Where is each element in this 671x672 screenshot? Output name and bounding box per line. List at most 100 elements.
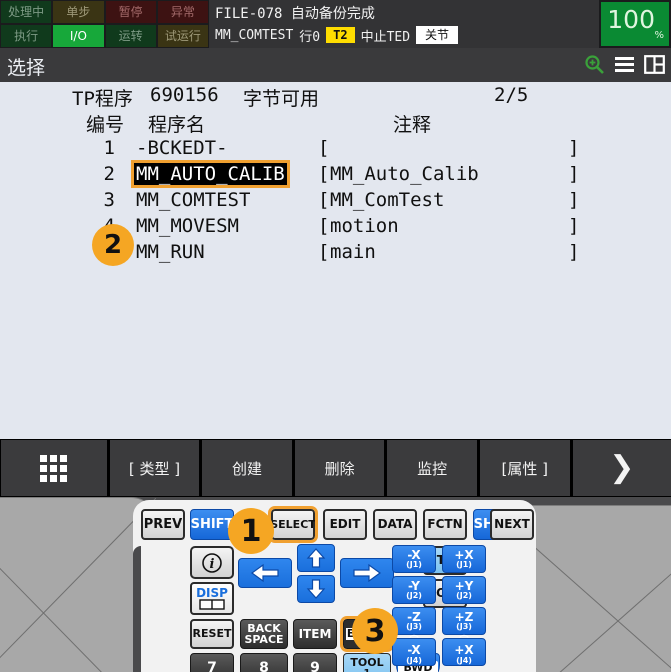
program-row-index: 3 — [103, 189, 115, 211]
program-row[interactable]: 3 MM_COMTEST [MM_ComTest] — [0, 189, 671, 215]
grid-icon — [40, 454, 68, 482]
program-row-name: MM_COMTEST — [136, 189, 251, 211]
teach-pendant-screen: 处理中 单步 暂停 异常 执行 I/O 运转 试运行 FILE-078 自动备份… — [0, 0, 671, 672]
key-prev-label: PREV — [143, 516, 183, 532]
jog-plus-z-j3[interactable]: +Z (J3) — [442, 607, 486, 635]
softkey-next-page[interactable]: ❯ — [572, 440, 671, 496]
jog-minus-x-j1[interactable]: -X (J1) — [392, 545, 436, 573]
layout-split-icon[interactable] — [644, 54, 665, 75]
jog-plus-rx-j4[interactable]: ⌒ +X (J4) — [442, 637, 486, 666]
comment-bracket-close: ] — [568, 189, 580, 211]
key-num-8[interactable]: 8 — [240, 653, 288, 672]
jog-plus-y-j2[interactable]: +Y (J2) — [442, 576, 486, 604]
softkey-type[interactable]: [ 类型 ] — [109, 440, 200, 496]
key-disp[interactable]: DISP — [190, 582, 234, 615]
message-area: FILE-078 自动备份完成 MM_COMTEST 行0 T2 中止TED 关… — [209, 0, 599, 48]
key-item[interactable]: ITEM — [293, 619, 337, 649]
key-data[interactable]: DATA — [373, 509, 417, 540]
jog-minus-x-j1-joint: (J1) — [406, 560, 422, 570]
program-row-comment: MM_ComTest — [330, 189, 445, 211]
program-row[interactable]: 1 -BCKEDT- [] — [0, 137, 671, 163]
jog-minus-y-j2-joint: (J2) — [406, 591, 422, 601]
comment-bracket-close: ] — [568, 241, 580, 263]
program-row-name: MM_MOVESM — [136, 215, 239, 237]
softkey-monitor[interactable]: 监控 — [387, 440, 477, 496]
menu-bar: 选择 — [0, 48, 671, 82]
status-single-step: 单步 — [52, 0, 105, 24]
key-shift-left-label: SHIFT — [190, 516, 234, 532]
column-header-name: 程序名 — [148, 114, 206, 136]
key-shift-left[interactable]: SHIFT — [190, 509, 234, 540]
softkey-attribute-label: [属性 ] — [501, 459, 548, 478]
status-fault-label: 异常 — [170, 5, 195, 19]
key-num-7[interactable]: 7 — [190, 653, 234, 672]
key-reset[interactable]: RESET — [190, 619, 234, 649]
key-fctn-label: FCTN — [427, 517, 463, 532]
jog-minus-rx-j4[interactable]: ⌒ -X (J4) — [392, 637, 436, 666]
key-tool-1[interactable]: TOOL 1 — [343, 653, 391, 672]
key-arrow-up[interactable] — [297, 544, 335, 572]
coordinate-system-tag: 关节 — [416, 26, 459, 44]
softkey-create[interactable]: 创建 — [202, 440, 292, 496]
arrow-down-icon — [306, 579, 326, 599]
key-next-label: NEXT — [494, 517, 530, 532]
status-busy: 处理中 — [0, 0, 53, 24]
free-bytes-label: 字节可用 — [243, 88, 320, 110]
current-program-name: MM_COMTEST — [215, 27, 294, 43]
status-hold: 暂停 — [104, 0, 157, 24]
status-hold-label: 暂停 — [118, 5, 143, 19]
abort-status: 中止TED — [360, 29, 411, 45]
key-arrow-right[interactable] — [340, 558, 394, 588]
comment-bracket-close: ] — [568, 137, 580, 159]
free-bytes-value: 690156 — [150, 84, 219, 106]
status-prod-label: 运转 — [118, 29, 143, 43]
jog-plus-x-j1[interactable]: +X (J1) — [442, 545, 486, 573]
jog-plus-x-j1-joint: (J1) — [456, 560, 472, 570]
jog-plus-rx-j4-axis: +X — [454, 643, 474, 658]
key-backspace[interactable]: BACK SPACE — [240, 619, 288, 649]
softkey-delete[interactable]: 删除 — [294, 440, 385, 496]
zoom-in-icon[interactable] — [584, 54, 605, 75]
jog-minus-z-j3[interactable]: -Z (J3) — [392, 607, 436, 635]
softkey-app-grid[interactable] — [1, 440, 107, 496]
key-num-9[interactable]: 9 — [293, 653, 337, 672]
program-row-comment: MM_Auto_Calib — [330, 163, 479, 185]
key-info[interactable]: i — [190, 546, 234, 579]
comment-bracket-open: [ — [318, 241, 330, 263]
key-backspace-label-2: SPACE — [244, 633, 284, 646]
program-row-index: 1 — [103, 137, 115, 159]
override-unit: % — [654, 30, 664, 41]
key-fctn[interactable]: FCTN — [423, 509, 467, 540]
step-badge-1: 1 — [228, 508, 274, 554]
program-row[interactable]: 2 MM_AUTO_CALIB [MM_Auto_Calib] — [0, 160, 671, 189]
key-tool-label: TOOL — [350, 656, 384, 670]
key-edit[interactable]: EDIT — [323, 509, 367, 540]
program-row-index: 2 — [103, 163, 115, 185]
mode-tag: T2 — [326, 27, 355, 43]
chevron-right-icon: ❯ — [609, 450, 635, 485]
key-arrow-left[interactable] — [238, 558, 292, 588]
jog-minus-z-j3-joint: (J3) — [406, 622, 422, 632]
comment-bracket-open: [ — [318, 189, 330, 211]
key-arrow-down[interactable] — [297, 575, 335, 603]
key-prev[interactable]: PREV — [141, 509, 185, 540]
status-busy-label: 处理中 — [8, 5, 45, 19]
key-select[interactable]: SELECT — [268, 506, 318, 543]
key-next[interactable]: NEXT — [490, 509, 534, 540]
key-num-8-label: 8 — [259, 659, 269, 672]
comment-bracket-open: [ — [318, 163, 330, 185]
status-dryrun-label: 试运行 — [164, 29, 201, 43]
status-bar: 处理中 单步 暂停 异常 执行 I/O 运转 试运行 FILE-078 自动备份… — [0, 0, 671, 48]
program-row-comment: motion — [330, 215, 399, 237]
key-item-label: ITEM — [298, 626, 332, 641]
softkey-type-label: [ 类型 ] — [128, 459, 181, 478]
softkey-attribute[interactable]: [属性 ] — [479, 440, 570, 496]
comment-bracket-open: [ — [318, 215, 330, 237]
status-fault: 异常 — [156, 0, 209, 24]
jog-minus-y-j2[interactable]: -Y (J2) — [392, 576, 436, 604]
program-row-comment: main — [330, 241, 376, 263]
comment-bracket-close: ] — [568, 215, 580, 237]
hamburger-menu-icon[interactable] — [614, 54, 635, 75]
program-select-screen: TP程序 690156 字节可用 2/5 编号 程序名 注释 1 -BCKEDT-… — [0, 82, 671, 439]
current-line-number: 行0 — [299, 29, 321, 45]
